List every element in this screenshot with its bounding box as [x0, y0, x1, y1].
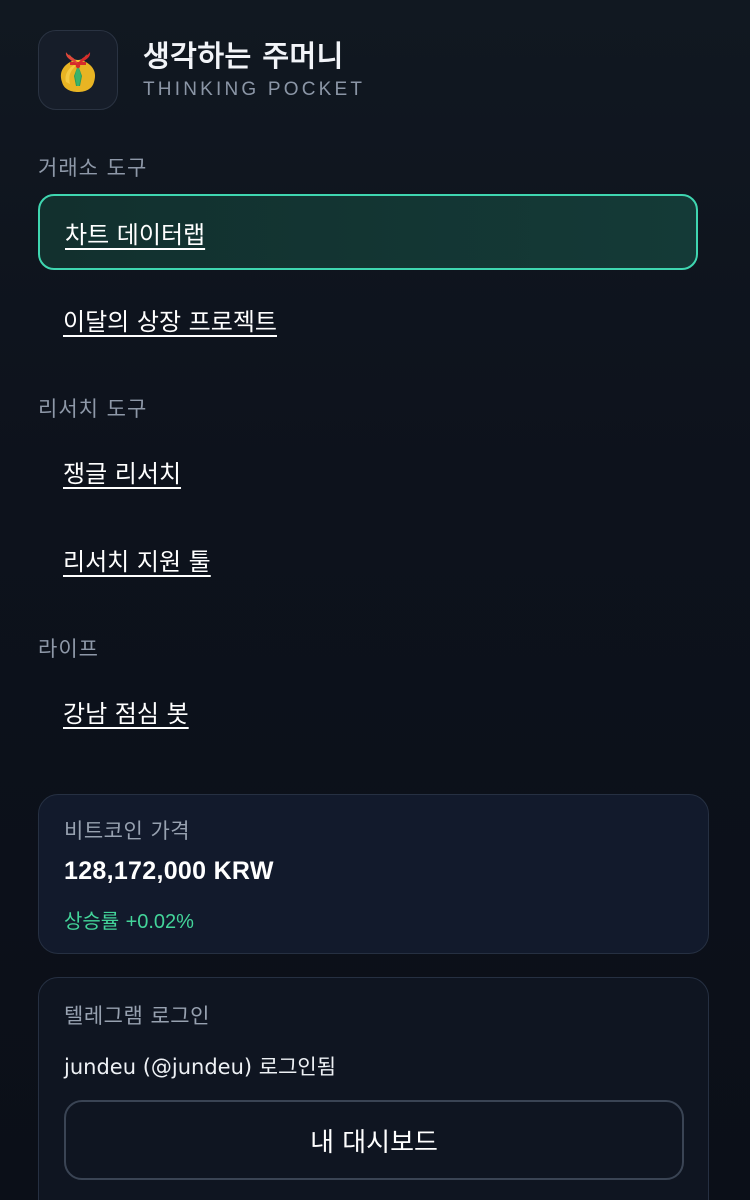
change-label: 상승률 — [64, 909, 120, 933]
section-label-exchange-tools: 거래소 도구 — [38, 156, 148, 180]
bitcoin-change-rate: 상승률 +0.02% — [64, 905, 194, 934]
nav-item-label[interactable]: 강남 점심 봇 — [63, 694, 189, 729]
nav-item-label[interactable]: 리서치 지원 툴 — [63, 542, 211, 577]
nav-item-research-support-tool[interactable]: 리서치 지원 툴 — [38, 521, 698, 597]
change-value: +0.02% — [125, 911, 194, 933]
telegram-login-label: 텔레그램 로그인 — [64, 1004, 210, 1028]
nav-item-monthly-listing[interactable]: 이달의 상장 프로젝트 — [38, 281, 698, 357]
nav-item-chart-datalab[interactable]: 차트 데이터랩 — [38, 194, 698, 270]
section-label-research-tools: 리서치 도구 — [38, 397, 148, 421]
nav-item-label[interactable]: 차트 데이터랩 — [65, 215, 205, 250]
brand-text: 생각하는 주머니 THINKING POCKET — [143, 39, 365, 102]
section-label-life: 라이프 — [38, 637, 99, 661]
my-dashboard-button[interactable]: 내 대시보드 — [64, 1100, 684, 1180]
bitcoin-price-card: 비트코인 가격 128,172,000 KRW 상승률 +0.02% — [38, 794, 709, 954]
brand-header: 생각하는 주머니 THINKING POCKET — [38, 30, 365, 110]
bitcoin-price-value: 128,172,000 KRW — [64, 857, 274, 885]
nav-item-gangnam-lunch-bot[interactable]: 강남 점심 봇 — [38, 673, 698, 749]
login-status-text: jundeu (@jundeu) 로그인됨 — [64, 1055, 337, 1079]
telegram-login-card: 텔레그램 로그인 jundeu (@jundeu) 로그인됨 내 대시보드 — [38, 977, 709, 1200]
money-bag-icon[interactable] — [38, 30, 118, 110]
app-subtitle: THINKING POCKET — [143, 79, 366, 101]
nav-item-label[interactable]: 쟁글 리서치 — [63, 454, 181, 489]
nav-item-label[interactable]: 이달의 상장 프로젝트 — [63, 302, 277, 337]
nav-item-xangle-research[interactable]: 쟁글 리서치 — [38, 433, 698, 509]
app-title: 생각하는 주머니 — [143, 38, 344, 73]
bitcoin-price-label: 비트코인 가격 — [64, 819, 191, 843]
sidebar-menu: 생각하는 주머니 THINKING POCKET 거래소 도구 차트 데이터랩 … — [0, 0, 750, 1200]
